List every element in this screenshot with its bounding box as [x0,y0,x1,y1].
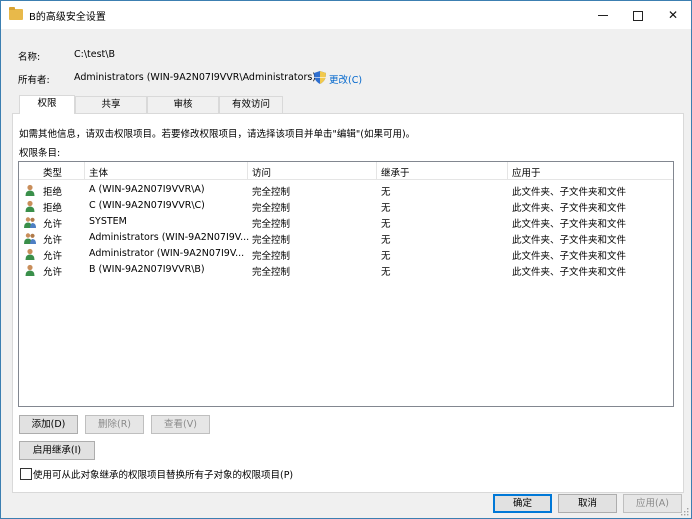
cell-applies: 此文件夹、子文件夹和文件 [512,219,627,230]
owner-value: Administrators (WIN-9A2N07I9VVR\Administ… [74,72,317,83]
change-owner-link[interactable]: 更改(C) [329,72,362,86]
cell-principal: Administrators (WIN-9A2N07I9V... [89,232,250,243]
cell-access: 完全控制 [252,219,291,230]
cell-applies: 此文件夹、子文件夹和文件 [512,235,627,246]
cell-type: 拒绝 [43,203,63,214]
apply-button[interactable]: 应用(A) [623,494,682,513]
resize-grip-icon[interactable] [679,506,689,516]
cell-access: 完全控制 [252,267,291,278]
cell-inherited: 无 [381,219,391,230]
table-row[interactable]: 允许 SYSTEM 完全控制 无 此文件夹、子文件夹和文件 [19,214,673,230]
table-row[interactable]: 允许 Administrators (WIN-9A2N07I9V... 完全控制… [19,230,673,246]
column-applies-to[interactable]: 应用于 [512,165,541,179]
replace-child-permissions-label[interactable]: 使用可从此对象继承的权限项目替换所有子对象的权限项目(P) [33,467,293,481]
minimize-icon [598,15,608,16]
view-button[interactable]: 查看(V) [151,415,210,434]
group-icon [24,217,36,228]
user-icon [25,184,35,196]
column-type[interactable]: 类型 [43,165,62,179]
cell-applies: 此文件夹、子文件夹和文件 [512,267,627,278]
cell-principal: B (WIN-9A2N07I9VVR\B) [89,264,205,275]
close-button[interactable]: ✕ [656,1,690,29]
table-row[interactable]: 拒绝 A (WIN-9A2N07I9VVR\A) 完全控制 无 此文件夹、子文件… [19,182,673,198]
tab-auditing[interactable]: 审核 [147,96,219,113]
cell-applies: 此文件夹、子文件夹和文件 [512,251,627,262]
cell-access: 完全控制 [252,203,291,214]
cell-principal: Administrator (WIN-9A2N07I9V... [89,248,245,259]
cell-inherited: 无 [381,251,391,262]
cell-type: 允许 [43,219,63,230]
column-access[interactable]: 访问 [252,165,271,179]
maximize-icon [633,10,643,21]
name-label: 名称: [18,52,41,63]
group-icon [24,233,36,244]
enable-inheritance-button[interactable]: 启用继承(I) [19,441,95,460]
cancel-button[interactable]: 取消 [558,494,617,513]
cell-type: 允许 [43,235,63,246]
advanced-security-dialog: B的高级安全设置 ✕ 名称: C:\test\B 所有者: Administra… [0,0,692,519]
minimize-button[interactable] [586,1,620,29]
replace-child-permissions-checkbox[interactable] [20,468,32,480]
hint-text: 如需其他信息，请双击权限项目。若要修改权限项目，请选择该项目并单击"编辑"(如果… [19,129,416,140]
cell-applies: 此文件夹、子文件夹和文件 [512,203,627,214]
remove-button[interactable]: 删除(R) [85,415,144,434]
name-value: C:\test\B [74,49,115,60]
cell-principal: A (WIN-9A2N07I9VVR\A) [89,184,205,195]
user-icon [25,248,35,260]
cell-type: 拒绝 [43,187,63,198]
cell-access: 完全控制 [252,251,291,262]
table-row[interactable]: 允许 Administrator (WIN-9A2N07I9V... 完全控制 … [19,246,673,262]
close-icon: ✕ [667,8,679,22]
cell-inherited: 无 [381,235,391,246]
maximize-button[interactable] [621,1,655,29]
user-icon [25,200,35,212]
cell-principal: C (WIN-9A2N07I9VVR\C) [89,200,205,211]
uac-shield-icon [314,71,326,84]
cell-inherited: 无 [381,187,391,198]
folder-icon [9,7,23,20]
cell-inherited: 无 [381,203,391,214]
cell-type: 允许 [43,251,63,262]
ok-button[interactable]: 确定 [493,494,552,513]
tab-sharing[interactable]: 共享 [75,96,147,113]
column-principal[interactable]: 主体 [89,165,108,179]
owner-label: 所有者: [18,75,50,86]
cell-type: 允许 [43,267,63,278]
tab-effective-access[interactable]: 有效访问 [219,96,283,113]
entries-label: 权限条目: [19,148,61,159]
cell-access: 完全控制 [252,235,291,246]
cell-inherited: 无 [381,267,391,278]
cell-principal: SYSTEM [89,216,127,227]
user-icon [25,264,35,276]
cell-access: 完全控制 [252,187,291,198]
title-bar[interactable]: B的高级安全设置 ✕ [1,1,691,29]
column-inherited-from[interactable]: 继承于 [381,165,410,179]
list-header: 类型 主体 访问 继承于 应用于 [19,162,673,180]
table-row[interactable]: 允许 B (WIN-9A2N07I9VVR\B) 完全控制 无 此文件夹、子文件… [19,262,673,278]
add-button[interactable]: 添加(D) [19,415,78,434]
tab-permissions[interactable]: 权限 [19,95,75,114]
permission-entries-list[interactable]: 类型 主体 访问 继承于 应用于 拒绝 A (WIN-9A2N07I9VVR\A… [18,161,674,407]
table-row[interactable]: 拒绝 C (WIN-9A2N07I9VVR\C) 完全控制 无 此文件夹、子文件… [19,198,673,214]
window-title: B的高级安全设置 [29,12,106,23]
cell-applies: 此文件夹、子文件夹和文件 [512,187,627,198]
